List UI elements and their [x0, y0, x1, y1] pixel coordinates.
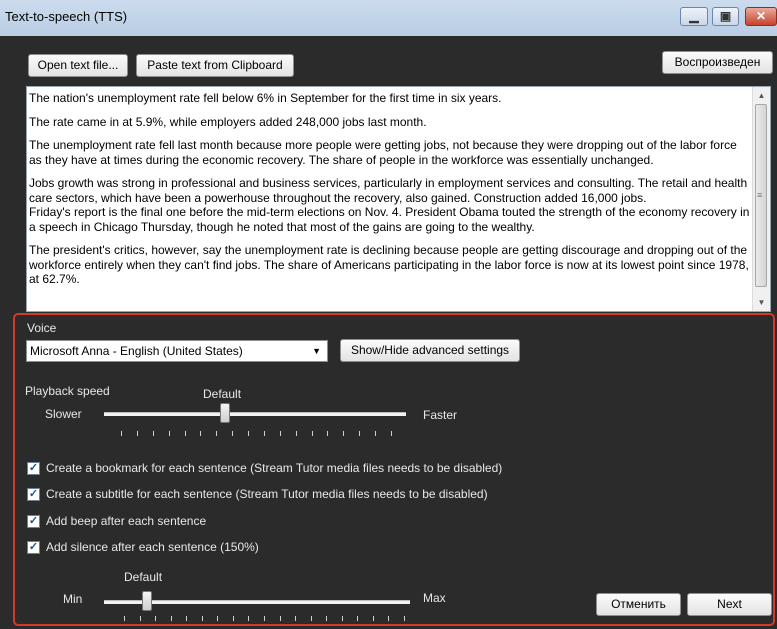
slider-tick: [155, 616, 157, 621]
text-paragraph: The nation's unemployment rate fell belo…: [29, 91, 502, 105]
slider-tick: [404, 616, 405, 621]
slider-tick: [232, 431, 234, 436]
slider-tick: [372, 616, 374, 621]
minimize-icon: ▁: [689, 9, 699, 23]
text-scrollbar[interactable]: ▲ ≡ ▼: [752, 87, 770, 311]
scroll-down-icon[interactable]: ▼: [753, 294, 770, 311]
slider-tick: [170, 616, 172, 621]
show-hide-advanced-button[interactable]: Show/Hide advanced settings: [340, 339, 520, 362]
option-checkbox[interactable]: ✓: [27, 488, 40, 501]
text-area[interactable]: The nation's unemployment rate fell belo…: [26, 86, 771, 312]
slider-tick: [263, 431, 265, 436]
slider-tick: [232, 616, 234, 621]
slider-tick: [388, 616, 390, 621]
slider-tick: [248, 431, 250, 436]
slider-tick: [326, 616, 328, 621]
option-checkbox[interactable]: ✓: [27, 515, 40, 528]
option-checkbox[interactable]: ✓: [27, 462, 40, 475]
grip-icon: ≡: [757, 190, 763, 200]
silence-max-label: Max: [423, 591, 446, 605]
option-label: Add silence after each sentence (150%): [46, 540, 259, 554]
slider-tick: [248, 616, 250, 621]
slider-tick: [152, 431, 154, 436]
maximize-icon: ▣: [719, 9, 732, 23]
text-paragraph: The unemployment rate fell last month be…: [29, 138, 737, 167]
slider-tick: [295, 616, 297, 621]
text-paragraph: The president's critics, however, say th…: [29, 243, 749, 286]
silence-default-label: Default: [124, 570, 163, 584]
slider-tick: [341, 616, 343, 621]
text-paragraph: Jobs growth was strong in professional a…: [29, 176, 748, 205]
slider-tick: [391, 431, 392, 436]
silence-slider-ticks: [124, 616, 405, 622]
close-button[interactable]: ✕: [745, 7, 777, 26]
chevron-down-icon: ▼: [312, 346, 321, 356]
slider-tick: [264, 616, 265, 621]
slider-tick: [136, 431, 138, 436]
voice-label: Voice: [27, 321, 57, 335]
silence-min-label: Min: [63, 592, 83, 606]
speed-slider-ticks: [121, 431, 392, 437]
speed-slider-thumb[interactable]: [219, 403, 230, 423]
next-button[interactable]: Next: [687, 593, 772, 616]
option-checkbox[interactable]: ✓: [27, 541, 40, 554]
slider-tick: [359, 431, 361, 436]
text-content: The nation's unemployment rate fell belo…: [29, 91, 752, 296]
slider-tick: [279, 431, 281, 436]
slider-tick: [201, 616, 203, 621]
voice-selected-value: Microsoft Anna - English (United States): [30, 344, 243, 358]
minimize-button[interactable]: ▁: [680, 7, 708, 26]
tts-window: Text-to-speech (TTS) ▁ ▣ ✕ Open text fil…: [0, 0, 777, 629]
slider-tick: [375, 431, 377, 436]
slider-tick: [310, 616, 312, 621]
cancel-button[interactable]: Отменить: [596, 593, 681, 616]
slider-tick: [327, 431, 329, 436]
playback-speed-label: Playback speed: [25, 384, 110, 398]
slider-tick: [186, 616, 188, 621]
slider-tick: [343, 431, 345, 436]
close-icon: ✕: [755, 9, 767, 23]
title-bar: Text-to-speech (TTS) ▁ ▣ ✕: [0, 0, 777, 36]
silence-slider-thumb[interactable]: [141, 591, 152, 611]
speed-slider-track: [104, 412, 406, 416]
slider-tick: [184, 431, 186, 436]
open-text-file-button[interactable]: Open text file...: [28, 54, 128, 77]
slider-tick: [139, 616, 141, 621]
play-button[interactable]: Воспроизведен: [662, 51, 773, 74]
window-title: Text-to-speech (TTS): [5, 9, 128, 24]
slider-tick: [200, 431, 202, 436]
slider-tick: [216, 431, 218, 436]
speed-slower-label: Slower: [45, 407, 82, 421]
slider-tick: [295, 431, 297, 436]
slider-tick: [311, 431, 313, 436]
text-paragraph: Friday's report is the final one before …: [29, 205, 750, 234]
scroll-up-icon[interactable]: ▲: [753, 87, 770, 104]
speed-default-label: Default: [203, 387, 242, 401]
option-label: Add beep after each sentence: [46, 514, 207, 528]
text-paragraph: The rate came in at 5.9%, while employer…: [29, 114, 427, 129]
slider-tick: [279, 616, 281, 621]
slider-tick: [124, 616, 125, 621]
voice-select[interactable]: Microsoft Anna - English (United States)…: [26, 340, 328, 362]
slider-tick: [357, 616, 359, 621]
option-label: Create a subtitle for each sentence (Str…: [46, 487, 488, 501]
slider-tick: [121, 431, 122, 436]
slider-tick: [217, 616, 219, 621]
maximize-button[interactable]: ▣: [712, 7, 739, 26]
slider-tick: [168, 431, 170, 436]
paste-clipboard-button[interactable]: Paste text from Clipboard: [136, 54, 294, 77]
scroll-thumb[interactable]: ≡: [755, 104, 767, 287]
speed-faster-label: Faster: [423, 408, 458, 422]
option-label: Create a bookmark for each sentence (Str…: [46, 461, 503, 475]
